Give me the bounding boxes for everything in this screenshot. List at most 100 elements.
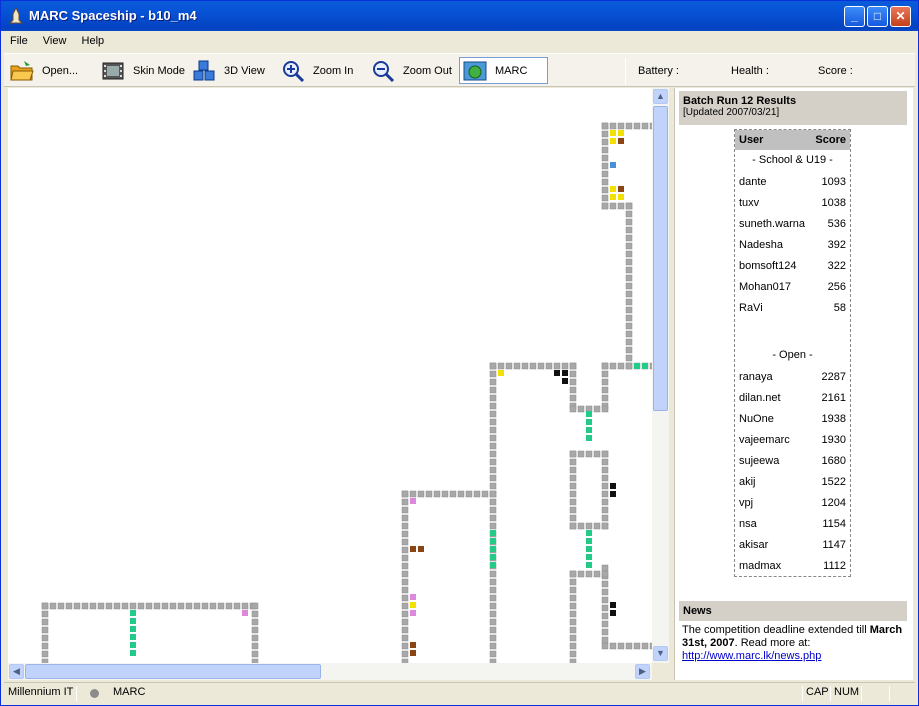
maze-wall bbox=[489, 602, 497, 610]
maze-wall bbox=[49, 602, 57, 610]
maze-wall bbox=[251, 602, 259, 610]
score-label: Score : bbox=[818, 65, 853, 77]
maze-wall bbox=[401, 626, 409, 634]
zoom-in-button[interactable]: Zoom In bbox=[281, 57, 353, 84]
maze-wall bbox=[489, 618, 497, 626]
app-window: MARC Spaceship - b10_m4 _ □ ✕ File View … bbox=[0, 0, 919, 706]
close-button[interactable]: ✕ bbox=[890, 6, 911, 27]
scroll-right-icon[interactable]: ▶ bbox=[635, 664, 650, 679]
maze-item bbox=[610, 610, 616, 616]
score-value: 1154 bbox=[822, 517, 846, 530]
film-icon bbox=[102, 62, 124, 79]
maze-wall bbox=[601, 490, 609, 498]
maze-wall bbox=[401, 530, 409, 538]
maze-wall bbox=[489, 466, 497, 474]
maze-wall bbox=[641, 642, 649, 650]
maze-wall bbox=[569, 634, 577, 642]
maze-wall bbox=[601, 154, 609, 162]
title-bar[interactable]: MARC Spaceship - b10_m4 _ □ ✕ bbox=[1, 1, 918, 31]
maze-wall bbox=[449, 490, 457, 498]
maze-wall bbox=[233, 602, 241, 610]
horizontal-scrollbar[interactable]: ◀ ▶ bbox=[8, 663, 652, 680]
maze-wall bbox=[489, 426, 497, 434]
maximize-button[interactable]: □ bbox=[867, 6, 888, 27]
maze-wall bbox=[401, 570, 409, 578]
maze-wall bbox=[185, 602, 193, 610]
maze-wall bbox=[625, 202, 633, 210]
maze-wall bbox=[593, 522, 601, 530]
maze-wall bbox=[625, 298, 633, 306]
maze-wall bbox=[601, 482, 609, 490]
maze-canvas[interactable] bbox=[8, 88, 652, 663]
maze-wall bbox=[401, 594, 409, 602]
maze-wall bbox=[537, 362, 545, 370]
maze-wall bbox=[489, 378, 497, 386]
maze-item bbox=[410, 594, 416, 600]
maze-wall bbox=[625, 258, 633, 266]
maze-wall bbox=[585, 570, 593, 578]
maze-item bbox=[490, 562, 496, 568]
maze-wall bbox=[601, 162, 609, 170]
score-value: 1680 bbox=[821, 454, 846, 467]
maze-wall bbox=[489, 402, 497, 410]
maze-wall bbox=[401, 562, 409, 570]
3d-view-button[interactable]: 3D View bbox=[192, 57, 265, 84]
scroll-left-icon[interactable]: ◀ bbox=[9, 664, 24, 679]
maze-wall bbox=[625, 274, 633, 282]
maze-wall bbox=[633, 642, 641, 650]
maze-wall bbox=[73, 602, 81, 610]
maze-item bbox=[618, 186, 624, 192]
maze-wall bbox=[561, 362, 569, 370]
open-button[interactable]: Open... bbox=[10, 57, 78, 84]
vertical-scrollbar[interactable]: ▲ ▼ bbox=[652, 88, 669, 663]
maze-wall bbox=[521, 362, 529, 370]
maze-wall bbox=[601, 458, 609, 466]
toolbar: Open... Skin Mode 3D View Zoom In Zoom O… bbox=[4, 53, 915, 87]
score-row: akij 1522 bbox=[735, 471, 850, 492]
maze-wall bbox=[401, 522, 409, 530]
marc-button[interactable]: MARC bbox=[459, 57, 549, 84]
score-value: 1112 bbox=[823, 559, 846, 572]
maze-wall bbox=[601, 122, 609, 130]
maze-item bbox=[410, 642, 416, 648]
scores-table: User Score - School & U19 - dante 1093 tux… bbox=[734, 129, 851, 577]
maze-wall bbox=[577, 405, 585, 413]
status-company: Millennium IT bbox=[8, 686, 74, 698]
maze-wall bbox=[601, 564, 609, 572]
maze-wall bbox=[601, 386, 609, 394]
minimize-button[interactable]: _ bbox=[844, 6, 865, 27]
maze-item bbox=[586, 530, 592, 536]
menu-file[interactable]: File bbox=[4, 32, 34, 50]
maze-wall bbox=[489, 450, 497, 458]
skin-mode-button[interactable]: Skin Mode bbox=[101, 57, 185, 84]
maze-wall bbox=[417, 490, 425, 498]
maze-wall bbox=[601, 466, 609, 474]
maze-wall bbox=[433, 490, 441, 498]
score-user: vpj bbox=[739, 496, 754, 509]
maze-wall bbox=[601, 370, 609, 378]
menu-help[interactable]: Help bbox=[76, 32, 111, 50]
scroll-up-icon[interactable]: ▲ bbox=[653, 89, 668, 104]
news-header: News bbox=[679, 601, 907, 621]
maze-item bbox=[130, 610, 136, 616]
maze-item bbox=[586, 435, 592, 441]
menu-view[interactable]: View bbox=[37, 32, 73, 50]
maze-wall bbox=[569, 610, 577, 618]
news-link[interactable]: http://www.marc.lk/news.php bbox=[682, 650, 821, 662]
scroll-down-icon[interactable]: ▼ bbox=[653, 646, 668, 661]
maze-wall bbox=[401, 498, 409, 506]
maze-map[interactable] bbox=[8, 88, 652, 663]
marc-label: MARC bbox=[495, 64, 528, 77]
score-value: 2287 bbox=[821, 370, 846, 383]
zoom-out-button[interactable]: Zoom Out bbox=[371, 57, 452, 84]
maze-wall bbox=[497, 362, 505, 370]
vertical-scroll-thumb[interactable] bbox=[653, 106, 668, 411]
maze-wall bbox=[113, 602, 121, 610]
score-value: 2161 bbox=[821, 391, 846, 404]
col-score: Score bbox=[815, 134, 846, 146]
maze-wall bbox=[465, 490, 473, 498]
maze-wall bbox=[489, 642, 497, 650]
maze-item bbox=[586, 427, 592, 433]
maze-wall bbox=[625, 314, 633, 322]
horizontal-scroll-thumb[interactable] bbox=[25, 664, 321, 679]
